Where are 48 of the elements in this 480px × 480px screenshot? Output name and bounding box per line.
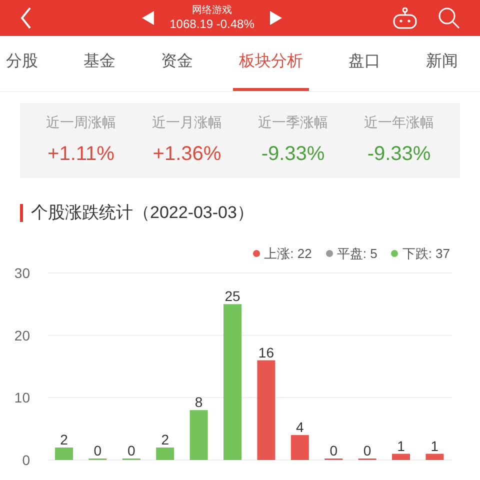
bar-value-label: 4: [296, 419, 304, 436]
stat-label: 近一周涨幅: [46, 113, 116, 132]
bar-value-label: 16: [258, 344, 274, 360]
bar: [55, 448, 73, 460]
bar-value-label: 0: [363, 442, 372, 458]
bar-value-label: 2: [161, 432, 169, 448]
axis-tick-label: 0: [22, 452, 30, 468]
stat-value: +1.36%: [152, 142, 222, 167]
stat-label: 近一季涨幅: [258, 113, 328, 132]
robot-icon[interactable]: [392, 7, 418, 29]
bar-value-label: 0: [330, 442, 338, 458]
legend-label: 上涨: 22: [264, 244, 312, 262]
next-icon[interactable]: [270, 11, 282, 25]
bar: [392, 454, 410, 460]
axis-tick-label: 30: [14, 265, 30, 281]
back-icon[interactable]: [20, 7, 32, 29]
tab[interactable]: 资金: [155, 36, 200, 91]
stat-value: -9.33%: [261, 142, 325, 167]
previous-icon[interactable]: [142, 11, 154, 25]
stat-label: 近一年涨幅: [364, 113, 434, 132]
stat-label: 近一月涨幅: [152, 113, 222, 132]
bar: [426, 454, 444, 460]
bar: [156, 448, 174, 460]
tab[interactable]: 基金: [78, 36, 122, 91]
header-quote: 1068.19 -0.48%: [170, 18, 254, 30]
bar-value-label: 1: [430, 438, 439, 454]
bar: [190, 410, 208, 460]
bar-value-label: 8: [194, 394, 203, 410]
legend-label: 平盘: 5: [336, 244, 378, 262]
tab[interactable]: 新闻: [420, 36, 464, 91]
stat-value: +1.11%: [48, 142, 114, 167]
bar-value-label: 2: [60, 432, 68, 448]
section-marker: [20, 204, 23, 222]
bar: [290, 435, 309, 460]
bar-value-label: 1: [397, 438, 405, 454]
bar-value-label: 25: [224, 288, 240, 304]
legend-label: 下跌: 37: [402, 244, 450, 262]
header-title: 网络游戏: [192, 6, 232, 16]
stat-value: -9.33%: [367, 142, 431, 167]
bar-value-label: 0: [128, 442, 136, 458]
tab[interactable]: 盘口: [342, 36, 386, 91]
axis-tick-label: 20: [14, 327, 30, 344]
bar-value-label: 0: [94, 442, 102, 458]
tab[interactable]: 分股: [0, 36, 44, 91]
tab[interactable]: 板块分析: [232, 36, 309, 91]
search-icon[interactable]: [438, 7, 460, 29]
axis-tick-label: 10: [14, 390, 30, 406]
section-title: 个股涨跌统计（2022-03-03）: [31, 202, 254, 224]
